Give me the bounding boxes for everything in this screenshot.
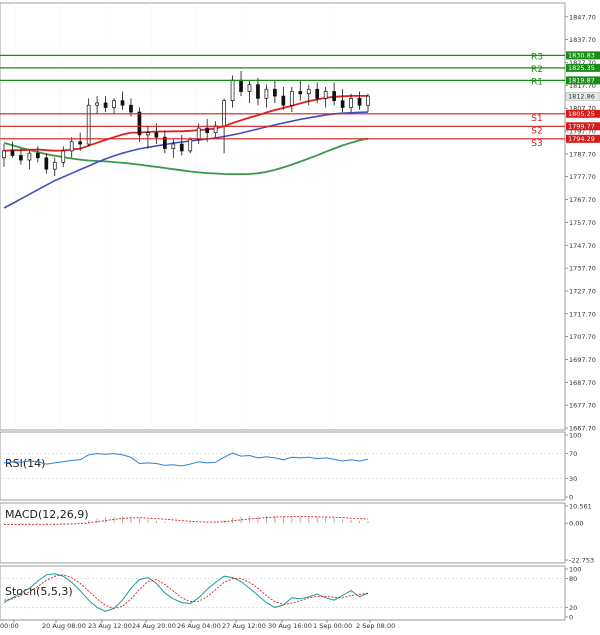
candle xyxy=(332,91,336,102)
price-chart: 1847.701837.701827.701817.701807.701797.… xyxy=(0,0,600,635)
level-price-text: 1830.83 xyxy=(568,52,595,60)
candle xyxy=(112,100,116,108)
rsi-title: RSI(14) xyxy=(5,457,45,470)
rsi-tick-label: 30 xyxy=(569,475,577,483)
candle xyxy=(69,141,74,152)
candle xyxy=(103,102,108,108)
candle xyxy=(95,102,99,106)
candle xyxy=(179,143,184,152)
candle xyxy=(349,98,353,108)
candle xyxy=(298,91,303,95)
candle xyxy=(239,79,243,92)
y-tick-label: 1697.70 xyxy=(569,356,596,364)
x-tick-label: 23 Aug 12:00 xyxy=(88,622,132,630)
candle xyxy=(61,150,66,163)
x-tick-label: 1 Sep 00:00 xyxy=(313,622,352,630)
candle xyxy=(188,139,193,152)
candle xyxy=(264,88,269,99)
x-tick-label: 24 Aug 20:00 xyxy=(132,622,176,630)
candle xyxy=(52,161,57,170)
x-tick-label: 30 Aug 16:00 xyxy=(268,622,312,630)
y-tick-label: 1757.70 xyxy=(569,219,596,227)
level-label-r1: R1 xyxy=(531,77,543,87)
candle xyxy=(289,91,294,106)
y-tick-label: 1847.70 xyxy=(569,13,596,21)
candle xyxy=(27,152,32,161)
candle xyxy=(196,127,201,140)
level-label-s2: S2 xyxy=(531,126,542,136)
candle xyxy=(10,150,15,156)
current-price-text: 1812.86 xyxy=(568,93,595,101)
candle xyxy=(340,100,345,108)
x-tick-label: 2 Sep 08:00 xyxy=(356,622,395,630)
x-tick-label: 20 Aug 08:00 xyxy=(42,622,86,630)
y-tick-label: 1777.70 xyxy=(569,173,596,181)
candle xyxy=(171,143,176,149)
y-tick-label: 1787.70 xyxy=(569,150,596,158)
stoch-tick-label: 100 xyxy=(569,566,581,574)
candle xyxy=(273,88,277,97)
candle xyxy=(154,132,159,138)
candle xyxy=(78,141,83,145)
y-tick-label: 1747.70 xyxy=(569,242,596,250)
candle xyxy=(281,95,286,106)
level-price-text: 1819.87 xyxy=(568,77,595,85)
x-tick-label: 27 Aug 12:00 xyxy=(222,622,266,630)
rsi-tick-label: 100 xyxy=(569,432,581,440)
candle xyxy=(129,104,133,113)
candle xyxy=(44,157,49,170)
candle xyxy=(2,150,6,159)
y-tick-label: 1767.70 xyxy=(569,196,596,204)
candle xyxy=(36,152,40,159)
stoch-tick-label: 0 xyxy=(569,614,573,622)
candle xyxy=(205,127,210,133)
candle xyxy=(120,100,125,106)
y-tick-label: 1677.70 xyxy=(569,402,596,410)
level-label-r2: R2 xyxy=(531,65,543,75)
candle xyxy=(357,98,362,106)
rsi-tick-label: 0 xyxy=(569,494,573,502)
macd-tick-label: -22.753 xyxy=(569,557,594,565)
candle xyxy=(306,88,311,95)
candle xyxy=(366,95,370,106)
y-tick-label: 1727.70 xyxy=(569,287,596,295)
level-label-s3: S3 xyxy=(531,139,542,149)
x-tick-label: 26 Aug 04:00 xyxy=(177,622,221,630)
candle xyxy=(230,79,235,102)
stoch-tick-label: 80 xyxy=(569,575,577,583)
stoch-tick-label: 20 xyxy=(569,604,577,612)
candle xyxy=(315,88,320,99)
y-tick-label: 1707.70 xyxy=(569,333,596,341)
candle xyxy=(323,91,328,99)
macd-tick-label: 0.00 xyxy=(569,520,583,528)
level-price-text: 1805.25 xyxy=(568,110,595,118)
y-tick-label: 1687.70 xyxy=(569,379,596,387)
level-label-s1: S1 xyxy=(531,114,542,124)
candle xyxy=(256,84,260,99)
macd-tick-label: 10.561 xyxy=(569,503,592,511)
candle xyxy=(19,155,23,161)
level-price-text: 1794.29 xyxy=(568,135,595,143)
y-tick-label: 1837.70 xyxy=(569,36,596,44)
candle xyxy=(247,84,252,92)
y-tick-label: 1717.70 xyxy=(569,310,596,318)
level-price-text: 1799.77 xyxy=(568,123,595,131)
candle xyxy=(137,111,142,136)
y-tick-label: 1737.70 xyxy=(569,265,596,273)
level-label-r3: R3 xyxy=(531,52,543,62)
x-tick-label: 00:00 xyxy=(0,622,19,630)
macd-title: MACD(12,26,9) xyxy=(5,508,89,521)
level-price-text: 1825.35 xyxy=(568,64,595,72)
rsi-tick-label: 70 xyxy=(569,450,577,458)
candle xyxy=(146,132,150,136)
